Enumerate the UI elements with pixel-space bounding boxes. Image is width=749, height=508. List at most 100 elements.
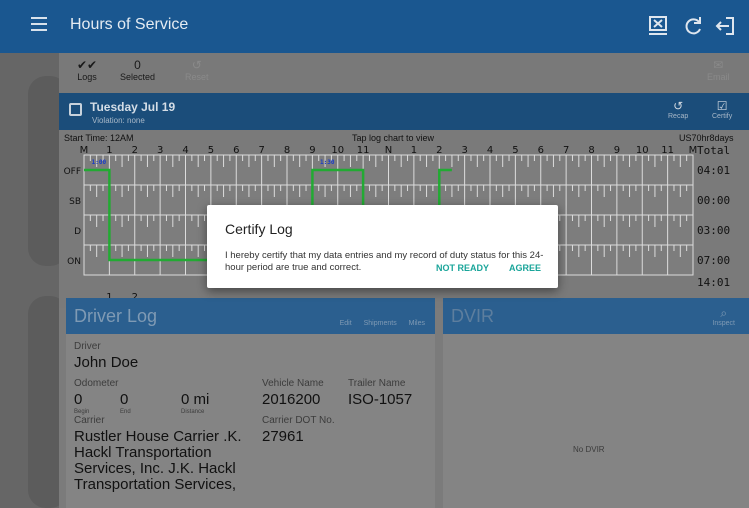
certify-label: Certify <box>712 113 733 120</box>
email-label: Email <box>707 72 730 82</box>
distance-label: Distance <box>181 409 205 415</box>
certify-check-icon: ☑ <box>716 99 728 113</box>
driver-log-title: Driver Log <box>74 306 158 326</box>
odometer-end: 0 <box>120 391 129 408</box>
dvir-panel: DVIR ⌕ Inspect No DVIR <box>443 298 749 508</box>
selected-count: 0 Selected <box>120 58 155 82</box>
logs-label: Logs <box>77 72 97 82</box>
dialog-message: I hereby certify that my data entries an… <box>225 250 544 273</box>
hour-label: M <box>80 145 89 156</box>
trailer-label: Trailer Name <box>348 378 406 389</box>
driver-label: Driver <box>74 341 101 352</box>
dot-number: 27961 <box>262 428 304 445</box>
email-icon: ✉ <box>713 58 724 72</box>
reset-icon: ↺ <box>191 58 202 72</box>
dvir-title: DVIR <box>451 306 495 326</box>
total-sb: 00:00 <box>697 194 731 207</box>
hour-label: 7 <box>563 145 569 156</box>
app-bar: Hours of Service <box>0 0 749 53</box>
inspect-button[interactable]: ⌕ Inspect <box>712 306 735 327</box>
reset-button[interactable]: ↺ Reset <box>185 58 209 82</box>
not-ready-button[interactable]: NOT READY <box>436 263 489 273</box>
hour-label: 3 <box>157 145 163 156</box>
hour-label: 4 <box>487 145 493 156</box>
selected-label: Selected <box>120 72 156 82</box>
hour-label: 8 <box>284 145 290 156</box>
log-date: Tuesday Jul 19 <box>90 100 176 114</box>
hamburger-menu-icon[interactable] <box>31 17 47 31</box>
driver-log-panel: Driver Log Edit Shipments Miles Driver J… <box>66 298 435 508</box>
hour-label: 3 <box>461 145 467 156</box>
vehicle-name: 2016200 <box>262 391 321 408</box>
dot-label: Carrier DOT No. <box>262 415 335 426</box>
hour-label: 11 <box>661 145 674 156</box>
eld-export-icon[interactable] <box>646 14 670 38</box>
carrier-line: Transportation Services, <box>74 476 237 493</box>
vehicle-label: Vehicle Name <box>262 378 324 389</box>
violation-status: Violation: none <box>92 116 145 125</box>
tap-hint: Tap log chart to view <box>352 133 435 143</box>
log-toolbar: ✔✔ Logs 0 Selected ↺ Reset ✉ Email <box>59 53 749 93</box>
hour-label: 9 <box>614 145 620 156</box>
agree-button[interactable]: AGREE <box>509 263 541 273</box>
carrier-label: Carrier <box>74 415 105 426</box>
hour-label: 8 <box>588 145 594 156</box>
hour-label: 6 <box>538 145 544 156</box>
hour-label: 11 <box>357 145 370 156</box>
row-label: SB <box>69 197 81 207</box>
recap-label: Recap <box>668 113 689 120</box>
hour-label: 5 <box>208 145 214 156</box>
logout-icon[interactable] <box>713 14 737 38</box>
start-time: Start Time: 12AM <box>64 133 134 143</box>
row-label: ON <box>67 257 81 267</box>
search-icon: ⌕ <box>720 306 728 320</box>
odometer-distance: 0 mi <box>181 391 210 408</box>
driver-log-header: Driver Log Edit Shipments Miles <box>66 298 435 334</box>
email-button[interactable]: ✉ Email <box>707 58 730 82</box>
hour-label: 9 <box>309 145 315 156</box>
hour-label: 7 <box>258 145 264 156</box>
shipments-tab[interactable]: Shipments <box>364 320 397 327</box>
hour-label: N <box>385 145 392 156</box>
total-on: 07:00 <box>697 254 731 267</box>
day-header: Tuesday Jul 19 Violation: none ↺ Recap ☑… <box>59 93 749 130</box>
driver-name: John Doe <box>74 354 139 371</box>
trailer-name: ISO-1057 <box>348 391 413 408</box>
carrier-line: Rustler House Carrier .K. <box>74 428 242 445</box>
hour-label: 10 <box>331 145 344 156</box>
dvir-header: DVIR ⌕ Inspect <box>443 298 749 334</box>
hour-label: 2 <box>436 145 442 156</box>
certify-button[interactable]: ☑ Certify <box>712 99 732 120</box>
duration-annotation: 1:30 <box>320 159 335 166</box>
carrier-line: Hackl Transportation <box>74 444 212 461</box>
hour-label: 4 <box>182 145 188 156</box>
reset-label: Reset <box>185 72 209 82</box>
hour-label: 5 <box>512 145 518 156</box>
hour-label: 1 <box>106 145 112 156</box>
app-title: Hours of Service <box>70 16 189 33</box>
day-select-checkbox[interactable] <box>69 103 82 116</box>
miles-tab[interactable]: Miles <box>409 320 425 327</box>
end-label: End <box>120 409 131 415</box>
ruleset-label: US70hr8days <box>679 133 734 143</box>
refresh-icon[interactable] <box>681 14 705 38</box>
total-d: 03:00 <box>697 224 731 237</box>
edit-tab[interactable]: Edit <box>340 320 352 327</box>
certify-dialog: Certify Log I hereby certify that my dat… <box>207 205 558 288</box>
double-check-icon: ✔✔ <box>77 58 98 72</box>
logs-tool[interactable]: ✔✔ Logs <box>77 58 97 82</box>
duration-annotation: 1:00 <box>92 159 107 166</box>
recap-button[interactable]: ↺ Recap <box>668 99 688 120</box>
odometer-begin: 0 <box>74 391 83 408</box>
total-off: 04:01 <box>697 164 731 177</box>
hour-label: 2 <box>132 145 138 156</box>
no-dvir-text: No DVIR <box>573 445 605 454</box>
row-label: OFF <box>64 167 81 177</box>
carrier-line: Services, Inc. J.K. Hackl <box>74 460 236 477</box>
dialog-title: Certify Log <box>225 221 293 237</box>
inspect-label: Inspect <box>712 320 735 327</box>
history-icon: ↺ <box>673 99 684 113</box>
driver-log-tabs: Edit Shipments Miles <box>330 320 425 327</box>
odometer-label: Odometer <box>74 378 119 389</box>
row-label: D <box>74 227 81 237</box>
